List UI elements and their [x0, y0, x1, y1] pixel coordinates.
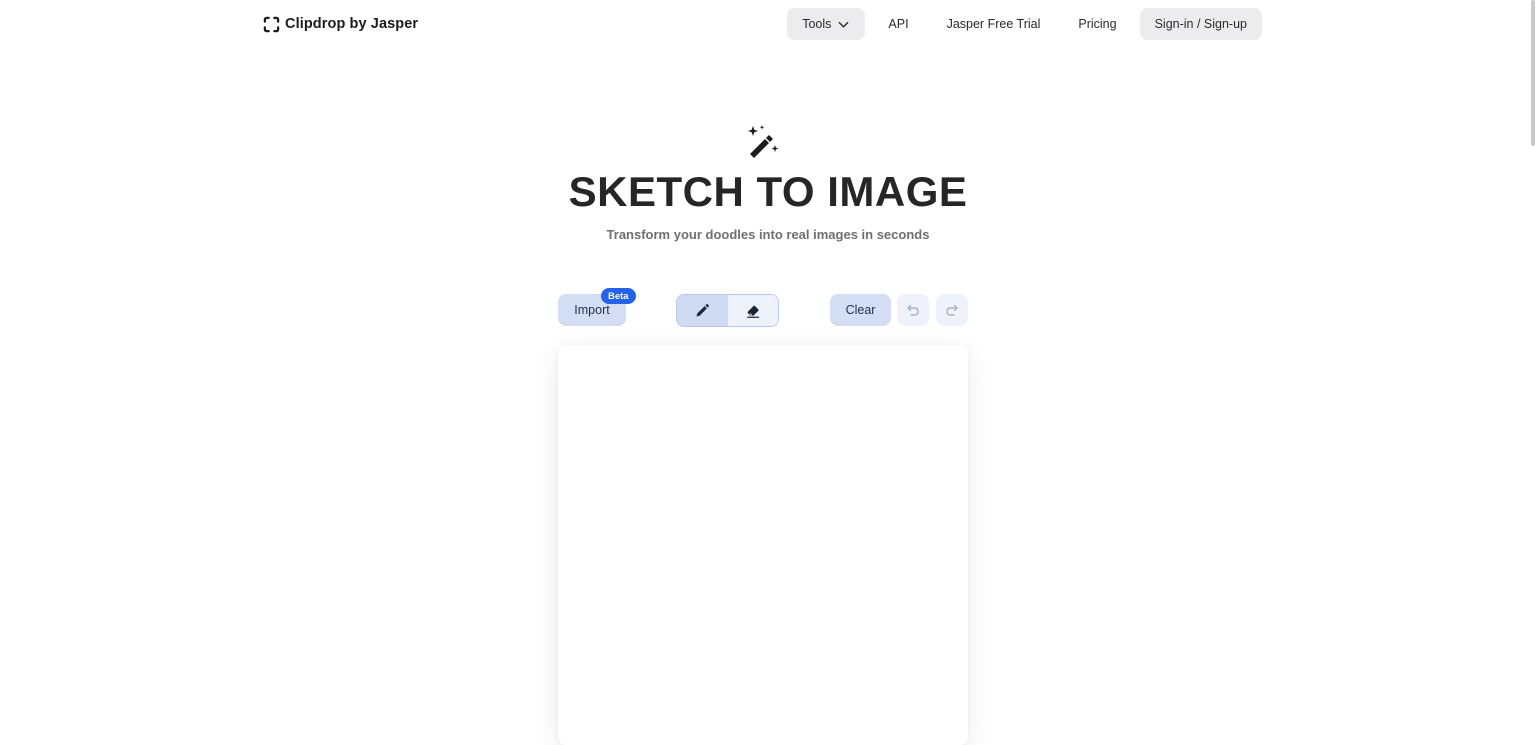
- sign-in-button[interactable]: Sign-in / Sign-up: [1139, 8, 1262, 40]
- pencil-icon: [696, 303, 710, 316]
- sketch-canvas[interactable]: [558, 345, 968, 745]
- chevron-down-icon: [839, 21, 849, 28]
- nav-menu: Tools API Jasper Free Trial Pricing Sign…: [787, 8, 1262, 40]
- clipdrop-logo-icon: [263, 16, 280, 32]
- scrollbar-thumb[interactable]: [1531, 0, 1535, 146]
- redo-button[interactable]: [936, 294, 968, 326]
- brand-link[interactable]: Clipdrop by Jasper: [263, 14, 418, 34]
- magic-wand-icon: [748, 125, 779, 158]
- draw-tool-selector: [676, 294, 779, 327]
- page-scrollbar[interactable]: [1528, 0, 1536, 735]
- undo-icon: [907, 304, 919, 316]
- api-link[interactable]: API: [873, 8, 923, 40]
- pricing-link[interactable]: Pricing: [1063, 8, 1131, 40]
- pencil-tool-button[interactable]: [677, 295, 728, 326]
- beta-badge: Beta: [601, 288, 636, 304]
- tools-label: Tools: [802, 17, 832, 31]
- undo-button[interactable]: [897, 294, 929, 326]
- page-title: SKETCH TO IMAGE: [568, 168, 968, 215]
- brand-name: Clipdrop by Jasper: [285, 16, 419, 32]
- clear-button[interactable]: Clear: [830, 294, 891, 326]
- top-navigation: Clipdrop by Jasper Tools API Jasper Free…: [0, 0, 1536, 48]
- page-subtitle: Transform your doodles into real images …: [606, 227, 930, 242]
- eraser-tool-button[interactable]: [727, 295, 778, 326]
- tools-dropdown-button[interactable]: Tools: [787, 8, 866, 40]
- jasper-free-trial-link[interactable]: Jasper Free Trial: [932, 8, 1056, 40]
- redo-icon: [946, 304, 958, 316]
- eraser-icon: [746, 305, 759, 318]
